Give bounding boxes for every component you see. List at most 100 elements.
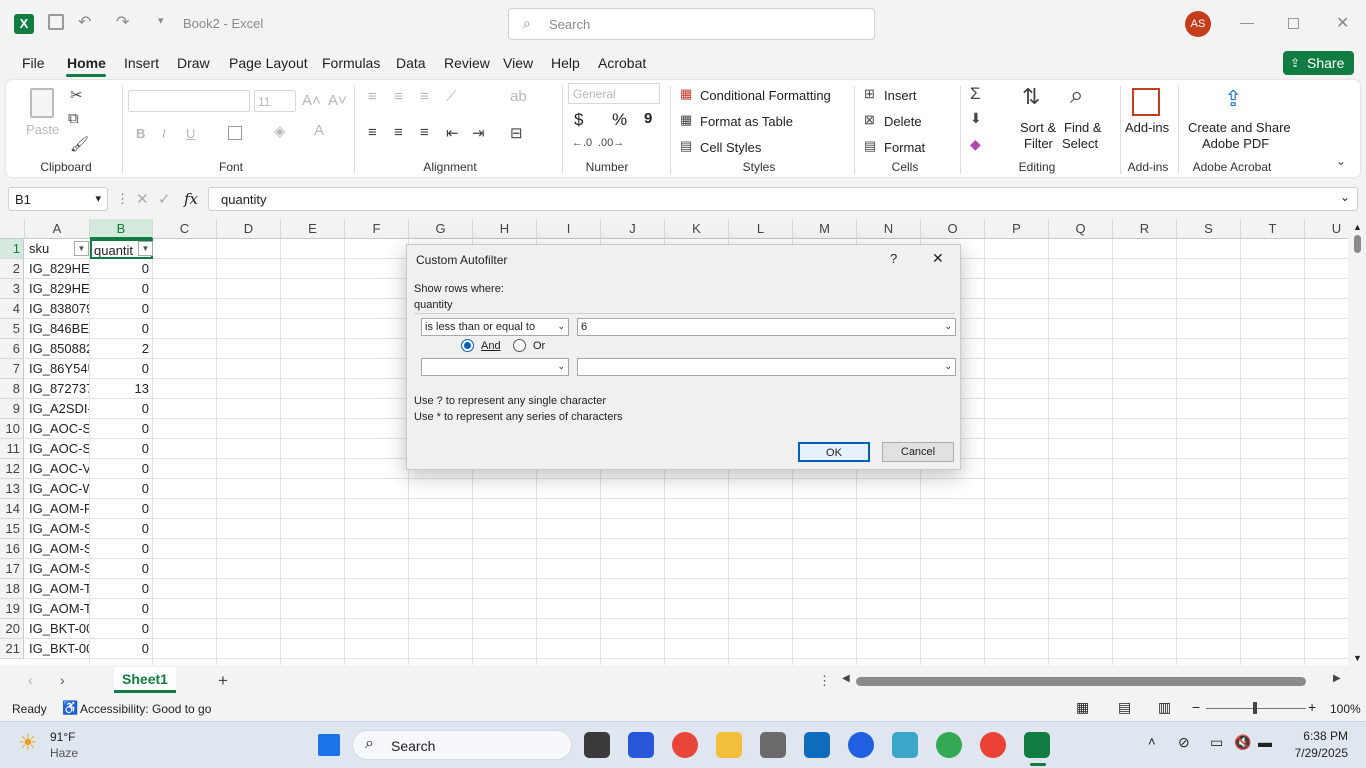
prev-sheet-icon[interactable]: ‹ <box>28 672 33 688</box>
cell-quantity[interactable]: 0 <box>90 439 153 459</box>
clear-icon[interactable]: ◆ <box>970 136 981 153</box>
chrome-profile-2-icon[interactable] <box>980 732 1006 758</box>
condition1-operator-dropdown-icon[interactable]: ⌄ <box>557 321 565 332</box>
filter-button-quantity[interactable]: ▼ <box>138 241 153 256</box>
autosum-icon[interactable]: Σ <box>970 84 981 104</box>
scroll-up-icon[interactable]: ▲ <box>1353 222 1362 232</box>
column-header-u[interactable]: U <box>1305 219 1348 239</box>
cell-quantity[interactable]: 0 <box>90 619 153 639</box>
cell-sku[interactable]: IG_850882 <box>26 339 90 359</box>
row-header[interactable]: 16 <box>0 539 24 559</box>
expand-formula-icon[interactable]: ⌄ <box>1340 190 1350 204</box>
create-pdf-label-2[interactable]: Adobe PDF <box>1202 136 1269 151</box>
tab-data[interactable]: Data <box>396 55 426 71</box>
italic-button[interactable]: I <box>162 126 166 141</box>
column-header-c[interactable]: C <box>153 219 217 239</box>
cell-quantity[interactable]: 0 <box>90 539 153 559</box>
cell-sku[interactable]: IG_AOM-F <box>26 499 90 519</box>
battery-icon[interactable]: ▬ <box>1258 734 1272 750</box>
condition1-operator-select[interactable]: is less than or equal to ⌄ <box>421 318 569 336</box>
underline-button[interactable]: U <box>186 126 195 141</box>
copy-icon[interactable]: ⧉ <box>68 110 79 127</box>
row-header[interactable]: 8 <box>0 379 24 399</box>
cell-sku[interactable]: IG_A2SDI- <box>26 399 90 419</box>
decrease-font-icon[interactable]: A˅ <box>328 92 347 109</box>
row-header[interactable]: 18 <box>0 579 24 599</box>
dialog-help-button[interactable]: ? <box>890 251 897 266</box>
maximize-icon[interactable] <box>1288 18 1299 29</box>
cell-sku[interactable]: IG_AOM-S <box>26 539 90 559</box>
vertical-scroll-thumb[interactable] <box>1354 235 1361 253</box>
share-button[interactable]: ⇪ Share ▾ <box>1283 51 1354 95</box>
ok-button[interactable]: OK <box>798 442 870 462</box>
align-right-icon[interactable]: ≡ <box>420 124 429 141</box>
cell-quantity[interactable]: 0 <box>90 639 153 659</box>
weather-condition[interactable]: Haze <box>50 746 78 760</box>
row-header[interactable]: 9 <box>0 399 24 419</box>
page-layout-view-icon[interactable]: ▤ <box>1118 699 1131 716</box>
and-radio[interactable] <box>461 339 474 352</box>
sort-filter-label-2[interactable]: Filter <box>1024 136 1053 151</box>
align-left-icon[interactable]: ≡ <box>368 124 377 141</box>
filter-button-sku[interactable]: ▼ <box>74 241 89 256</box>
column-header-k[interactable]: K <box>665 219 729 239</box>
zoom-level[interactable]: 100% <box>1330 702 1361 716</box>
condition2-value-input[interactable]: ⌄ <box>577 358 956 376</box>
cell-quantity[interactable]: 0 <box>90 479 153 499</box>
page-break-view-icon[interactable]: ▥ <box>1158 699 1171 716</box>
excel-taskbar-icon[interactable] <box>1024 732 1050 758</box>
cell-sku[interactable]: IG_829HE1 <box>26 259 90 279</box>
format-cells-button[interactable]: Format <box>884 140 925 155</box>
condition2-operator-select[interactable]: ⌄ <box>421 358 569 376</box>
column-header-m[interactable]: M <box>793 219 857 239</box>
tab-help[interactable]: Help <box>551 55 580 71</box>
tab-formulas[interactable]: Formulas <box>322 55 380 71</box>
column-header-g[interactable]: G <box>409 219 473 239</box>
column-header-r[interactable]: R <box>1113 219 1177 239</box>
column-header-b[interactable]: B <box>90 219 153 239</box>
cell-sku[interactable]: IG_846BE2 <box>26 319 90 339</box>
cut-icon[interactable]: ✂ <box>70 86 83 104</box>
cell-sku[interactable]: IG_AOM-T <box>26 599 90 619</box>
row-header[interactable]: 2 <box>0 259 24 279</box>
row-header[interactable]: 13 <box>0 479 24 499</box>
cell-sku[interactable]: IG_829HE1 <box>26 279 90 299</box>
chrome-profile-1-icon[interactable] <box>936 732 962 758</box>
cell-quantity[interactable]: 0 <box>90 499 153 519</box>
normal-view-icon[interactable]: ▦ <box>1076 699 1089 716</box>
find-select-label-1[interactable]: Find & <box>1064 120 1102 135</box>
paste-label[interactable]: Paste <box>26 122 59 137</box>
row-header[interactable]: 20 <box>0 619 24 639</box>
row-header[interactable]: 4 <box>0 299 24 319</box>
row-header[interactable]: 12 <box>0 459 24 479</box>
cell-sku[interactable]: IG_838079 <box>26 299 90 319</box>
column-header-s[interactable]: S <box>1177 219 1241 239</box>
cell-quantity[interactable]: 0 <box>90 399 153 419</box>
weather-icon[interactable]: ☀ <box>18 730 38 756</box>
cell-sku[interactable]: IG_872737 <box>26 379 90 399</box>
bold-button[interactable]: B <box>136 126 145 141</box>
clock-time[interactable]: 6:38 PM <box>1290 729 1348 743</box>
row-header[interactable]: 3 <box>0 279 24 299</box>
paste-icon[interactable] <box>30 88 54 118</box>
add-ins-button[interactable]: Add-ins <box>1125 120 1169 135</box>
volume-icon[interactable]: 🔇 <box>1234 734 1251 751</box>
taskbar-search[interactable]: ⌕ Search <box>352 730 572 760</box>
column-header-t[interactable]: T <box>1241 219 1305 239</box>
tab-file[interactable]: File <box>22 55 45 71</box>
zoom-in-icon[interactable]: + <box>1308 699 1316 715</box>
increase-indent-icon[interactable]: ⇥ <box>472 124 485 142</box>
tab-home[interactable]: Home <box>67 55 106 71</box>
align-middle-icon[interactable]: ≡ <box>394 88 403 105</box>
column-header-q[interactable]: Q <box>1049 219 1113 239</box>
tab-acrobat[interactable]: Acrobat <box>598 55 646 71</box>
cancel-entry-icon[interactable]: ✕ <box>136 190 149 208</box>
cell-sku[interactable]: IG_AOC-SI <box>26 439 90 459</box>
cell-sku[interactable]: IG_86Y54U <box>26 359 90 379</box>
wrap-text-icon[interactable]: ab <box>510 88 527 105</box>
save-icon[interactable] <box>48 14 64 30</box>
cell-sku[interactable]: IG_AOM-T <box>26 579 90 599</box>
cell-quantity[interactable]: 0 <box>90 419 153 439</box>
tab-review[interactable]: Review <box>444 55 490 71</box>
horizontal-scroll-thumb[interactable] <box>856 677 1306 686</box>
